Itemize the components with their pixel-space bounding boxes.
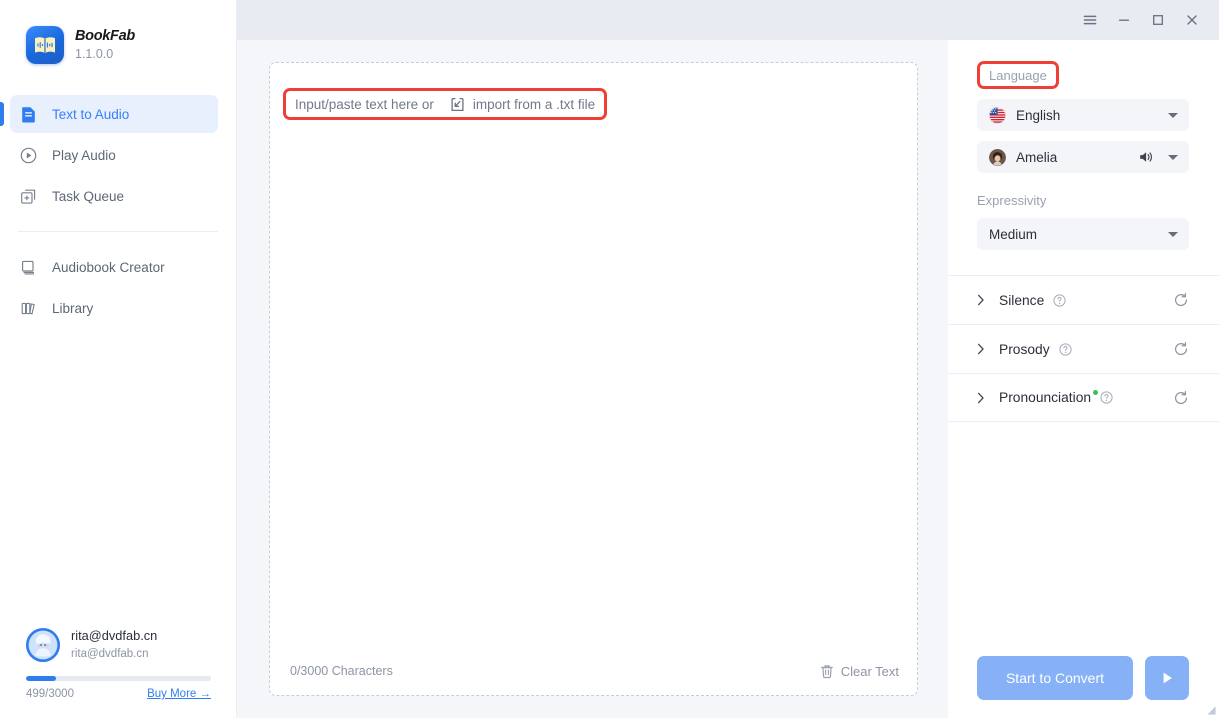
language-select[interactable]: English [977, 99, 1189, 131]
library-icon [18, 298, 38, 318]
quota-progress-bar [26, 676, 211, 681]
task-queue-icon [18, 186, 38, 206]
chevron-down-icon[interactable] [1168, 112, 1178, 118]
sidebar-item-task-queue[interactable]: Task Queue [10, 177, 218, 215]
sidebar-nav: Text to Audio Play Audio Task Queue Audi… [0, 95, 236, 327]
placeholder-prefix: Input/paste text here or [295, 96, 434, 112]
sidebar-item-label: Task Queue [52, 188, 125, 204]
sidebar-item-label: Text to Audio [52, 106, 130, 122]
section-title-text: Pronounciation [999, 390, 1092, 405]
hamburger-menu-icon[interactable] [1073, 5, 1107, 35]
section-title: Pronounciation [999, 390, 1099, 405]
sidebar-item-label: Audiobook Creator [52, 259, 165, 275]
editor-footer: 0/3000 Characters Clear Text [270, 647, 917, 695]
buy-more-link[interactable]: Buy More → [147, 688, 211, 700]
section-title: Silence [999, 292, 1045, 308]
panel-actions: Start to Convert [948, 656, 1219, 718]
resize-grip[interactable] [1206, 705, 1216, 715]
start-convert-button[interactable]: Start to Convert [977, 656, 1133, 700]
sidebar: BookFab 1.1.0.0 Text to Audio Play Audio… [0, 0, 237, 718]
user-name: rita@dvdfab.cn [71, 628, 158, 644]
section-title: Prosody [999, 341, 1050, 357]
sidebar-item-play-audio[interactable]: Play Audio [10, 136, 218, 174]
brand-name: BookFab [75, 28, 135, 45]
help-icon[interactable] [1100, 391, 1113, 404]
expressivity-value: Medium [989, 226, 1038, 242]
voice-value: Amelia [1016, 149, 1058, 165]
advanced-sections: Silence Prosody Pronounciation [948, 275, 1219, 422]
help-icon[interactable] [1053, 293, 1066, 307]
sidebar-item-label: Library [52, 300, 94, 316]
book-audio-logo-icon [26, 26, 64, 64]
preview-play-button[interactable] [1145, 656, 1189, 700]
language-label: Language [989, 67, 1047, 83]
maximize-icon[interactable] [1141, 5, 1175, 35]
import-file-icon[interactable] [450, 97, 465, 112]
brand: BookFab 1.1.0.0 [0, 0, 236, 68]
reset-icon[interactable] [1173, 341, 1189, 357]
character-count: 0/3000 Characters [290, 664, 393, 678]
settings-panel-top: Language English Amelia Expressivity Med… [948, 40, 1219, 250]
text-input-placeholder[interactable]: Input/paste text here or import from a .… [283, 88, 608, 120]
user-row[interactable]: rita@dvdfab.cn rita@dvdfab.cn [26, 628, 211, 662]
us-flag-icon [989, 106, 1006, 124]
expressivity-label: Expressivity [977, 193, 1047, 208]
app-window: BookFab 1.1.0.0 Text to Audio Play Audio… [0, 0, 1219, 718]
clear-text-button[interactable]: Clear Text [820, 664, 899, 679]
sidebar-item-library[interactable]: Library [10, 289, 218, 327]
sidebar-item-text-to-audio[interactable]: Text to Audio [0, 95, 218, 133]
user-block: rita@dvdfab.cn rita@dvdfab.cn 499/3000 B… [0, 628, 237, 700]
minimize-icon[interactable] [1107, 5, 1141, 35]
chevron-right-icon[interactable] [977, 343, 990, 355]
reset-icon[interactable] [1173, 292, 1189, 308]
speaker-icon[interactable] [1139, 150, 1155, 164]
titlebar[interactable] [237, 0, 1219, 40]
quota-progress-fill [26, 676, 56, 681]
reset-icon[interactable] [1173, 390, 1189, 406]
language-label-highlight: Language [977, 61, 1059, 89]
import-label[interactable]: import from a .txt file [473, 97, 595, 112]
sidebar-item-label: Play Audio [52, 147, 116, 163]
clear-text-label: Clear Text [840, 663, 899, 679]
avatar [26, 628, 60, 662]
section-silence[interactable]: Silence [948, 275, 1219, 324]
chevron-right-icon[interactable] [977, 294, 990, 306]
voice-select[interactable]: Amelia [977, 141, 1189, 173]
trash-icon [820, 664, 833, 678]
text-editor-card[interactable]: Input/paste text here or import from a .… [269, 62, 918, 696]
language-value: English [1016, 107, 1061, 123]
body-area: Input/paste text here or import from a .… [237, 40, 1219, 718]
chevron-right-icon[interactable] [977, 392, 990, 404]
active-indicator [0, 102, 4, 126]
play-circle-icon [18, 145, 38, 165]
app-version: 1.1.0.0 [75, 47, 114, 62]
quota-text: 499/3000 [26, 688, 74, 700]
editor-wrapper: Input/paste text here or import from a .… [237, 40, 948, 718]
sidebar-divider [18, 231, 218, 232]
stage: Input/paste text here or import from a .… [237, 0, 1219, 718]
document-text-icon [18, 104, 38, 124]
sidebar-item-audiobook-creator[interactable]: Audiobook Creator [10, 248, 218, 286]
chevron-down-icon[interactable] [1168, 154, 1178, 160]
modified-dot-icon [1093, 390, 1099, 395]
close-icon[interactable] [1175, 5, 1209, 35]
play-icon [1163, 672, 1172, 684]
user-email: rita@dvdfab.cn [71, 648, 149, 661]
expressivity-select[interactable]: Medium [977, 218, 1189, 250]
settings-panel: Language English Amelia Expressivity Med… [948, 40, 1219, 718]
chevron-down-icon[interactable] [1168, 231, 1178, 237]
section-pronounciation[interactable]: Pronounciation [948, 373, 1219, 422]
help-icon[interactable] [1059, 342, 1072, 356]
book-icon [18, 257, 38, 277]
voice-avatar-icon [989, 148, 1006, 166]
section-prosody[interactable]: Prosody [948, 324, 1219, 373]
